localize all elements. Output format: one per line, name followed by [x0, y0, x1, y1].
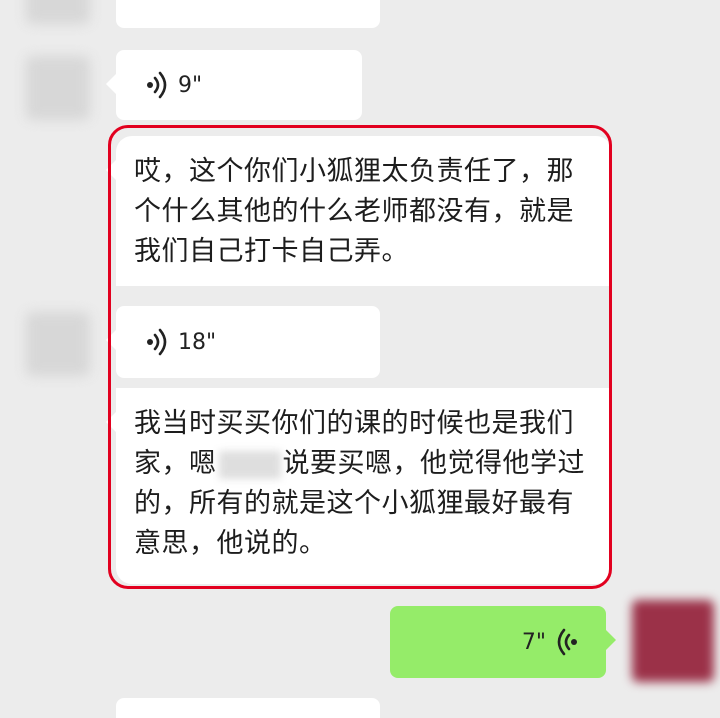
voice-duration: 18" [178, 329, 217, 355]
voice-message-bubble-outgoing[interactable]: 7" [390, 606, 616, 678]
message-bubble-partial[interactable] [116, 0, 380, 28]
avatar[interactable] [26, 0, 90, 24]
message-text: 哎，这个你们小狐狸太负责任了，那个什么其他的什么老师都没有，就是我们自己打卡自己… [134, 156, 574, 267]
avatar[interactable] [26, 56, 90, 120]
avatar-self[interactable] [632, 600, 714, 682]
voice-message-bubble[interactable]: 9" [106, 50, 362, 120]
message-bubble-partial[interactable] [116, 698, 380, 718]
redacted-name [218, 450, 281, 479]
voice-duration: 7" [521, 629, 546, 655]
message-text: 我当时买买你们的课的时候也是我们家，嗯 说要买嗯，他觉得他学过的，所有的就是这个小… [134, 408, 585, 559]
voice-wave-right-icon [144, 328, 170, 356]
text-message-bubble[interactable]: 我当时买买你们的课的时候也是我们家，嗯 说要买嗯，他觉得他学过的，所有的就是这个小… [106, 388, 612, 584]
voice-wave-left-icon [554, 628, 580, 656]
text-message-bubble[interactable]: 哎，这个你们小狐狸太负责任了，那个什么其他的什么老师都没有，就是我们自己打卡自己… [106, 136, 612, 286]
voice-wave-right-icon [144, 71, 170, 99]
voice-duration: 9" [178, 72, 203, 98]
voice-message-bubble[interactable]: 18" [106, 306, 380, 378]
avatar[interactable] [26, 312, 90, 376]
